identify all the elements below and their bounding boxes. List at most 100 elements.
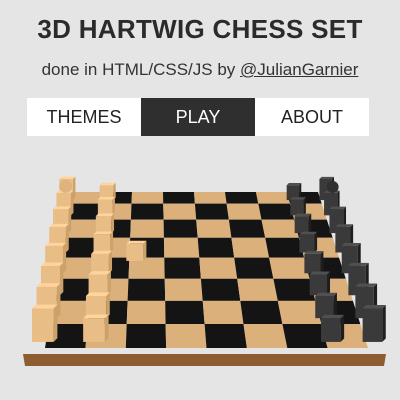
board-square[interactable] <box>204 324 247 348</box>
light-piece-advanced-front <box>126 243 144 261</box>
board-square[interactable] <box>231 237 270 258</box>
board-square[interactable] <box>199 257 238 279</box>
board-square[interactable] <box>165 324 207 348</box>
board-square[interactable] <box>277 300 322 324</box>
light-piece[interactable] <box>91 250 113 274</box>
light-piece[interactable] <box>85 292 110 319</box>
light-piece-side <box>107 271 111 296</box>
dark-piece[interactable] <box>290 197 306 216</box>
board-square[interactable] <box>130 203 164 220</box>
board-square[interactable] <box>194 192 227 204</box>
board-square[interactable] <box>130 219 164 238</box>
dark-piece-side <box>333 292 337 319</box>
light-piece-front <box>91 253 109 274</box>
light-piece[interactable] <box>31 304 58 342</box>
board-square[interactable] <box>127 278 166 301</box>
dark-piece-side <box>340 314 345 342</box>
board-square[interactable] <box>125 324 167 348</box>
tab-themes[interactable]: THEMES <box>27 98 141 136</box>
board-square[interactable] <box>226 203 262 220</box>
light-piece[interactable] <box>95 213 115 234</box>
dark-piece[interactable] <box>294 213 312 234</box>
light-piece-top <box>59 176 76 179</box>
page-subtitle: done in HTML/CSS/JS by @JulianGarnier <box>0 60 400 80</box>
light-piece-top <box>95 213 115 217</box>
board-square[interactable] <box>194 203 229 220</box>
dark-piece[interactable] <box>321 314 345 342</box>
board-square[interactable] <box>200 278 241 301</box>
dark-piece-top <box>321 314 345 319</box>
board-square[interactable] <box>131 192 164 204</box>
board-square[interactable] <box>196 219 232 238</box>
board-square[interactable] <box>228 219 266 238</box>
dark-piece[interactable] <box>309 271 331 296</box>
dark-piece-top <box>315 292 337 296</box>
dark-piece-top <box>362 305 386 309</box>
dark-piece-side <box>314 231 318 253</box>
light-piece-top <box>93 231 114 235</box>
board-square[interactable] <box>163 192 195 204</box>
main-nav: THEMES PLAY ABOUT <box>27 98 369 136</box>
dark-piece[interactable] <box>299 231 318 253</box>
board-square[interactable] <box>163 203 197 220</box>
dark-piece-ball <box>326 181 339 193</box>
board-square[interactable] <box>234 257 274 279</box>
light-piece[interactable] <box>83 314 109 342</box>
light-piece-side <box>70 190 74 216</box>
board-square[interactable] <box>126 300 166 324</box>
light-piece-top <box>36 283 61 287</box>
dark-piece-top <box>348 262 369 266</box>
board-square[interactable] <box>165 300 205 324</box>
board-square[interactable] <box>282 324 328 348</box>
chess-board-3d[interactable] <box>0 150 400 400</box>
board-square[interactable] <box>164 257 201 279</box>
light-piece[interactable] <box>97 196 115 216</box>
light-piece[interactable] <box>93 231 114 253</box>
dark-piece[interactable] <box>315 292 337 319</box>
light-piece-side <box>106 292 110 319</box>
light-piece-top <box>85 292 110 296</box>
light-piece-top <box>83 314 109 319</box>
board-square[interactable] <box>237 278 278 301</box>
dark-piece-top <box>299 231 318 235</box>
board-square[interactable] <box>240 300 283 324</box>
dark-piece-front <box>304 253 321 274</box>
board-square[interactable] <box>163 219 198 238</box>
light-piece-top <box>45 242 67 246</box>
board-square[interactable] <box>269 257 310 279</box>
dark-piece-top <box>294 213 312 217</box>
board-square[interactable] <box>163 237 200 258</box>
board-square[interactable] <box>258 203 295 220</box>
dark-piece-top <box>355 283 378 287</box>
light-piece-side <box>68 206 72 234</box>
board-square[interactable] <box>164 278 203 301</box>
author-link[interactable]: @JulianGarnier <box>240 60 358 79</box>
board-square[interactable] <box>256 192 290 204</box>
board-square[interactable] <box>197 237 235 258</box>
light-piece-side <box>53 304 58 342</box>
board-square[interactable] <box>225 192 259 204</box>
light-piece[interactable] <box>88 271 111 296</box>
dark-piece-front <box>290 199 304 216</box>
light-piece-top <box>31 304 58 309</box>
board-square[interactable] <box>265 237 305 258</box>
dark-piece-side <box>303 197 306 216</box>
light-piece-advanced-top <box>126 240 147 244</box>
tab-about[interactable]: ABOUT <box>255 98 369 136</box>
light-piece-front <box>93 234 111 253</box>
dark-piece[interactable] <box>362 305 386 342</box>
light-piece-top <box>99 182 116 186</box>
board-square[interactable] <box>273 278 316 301</box>
page-title: 3D HARTWIG CHESS SET <box>37 14 363 44</box>
light-piece-front <box>83 318 105 342</box>
dark-piece-front <box>299 234 315 253</box>
light-piece-side <box>59 262 64 296</box>
board-square[interactable] <box>202 300 244 324</box>
dark-piece-front <box>362 308 383 342</box>
light-piece-side <box>108 250 113 274</box>
board-square[interactable] <box>243 324 288 348</box>
light-piece-advanced[interactable] <box>126 240 147 261</box>
tab-play[interactable]: PLAY <box>141 98 255 136</box>
board-square[interactable] <box>261 219 299 238</box>
dark-piece[interactable] <box>304 251 324 274</box>
